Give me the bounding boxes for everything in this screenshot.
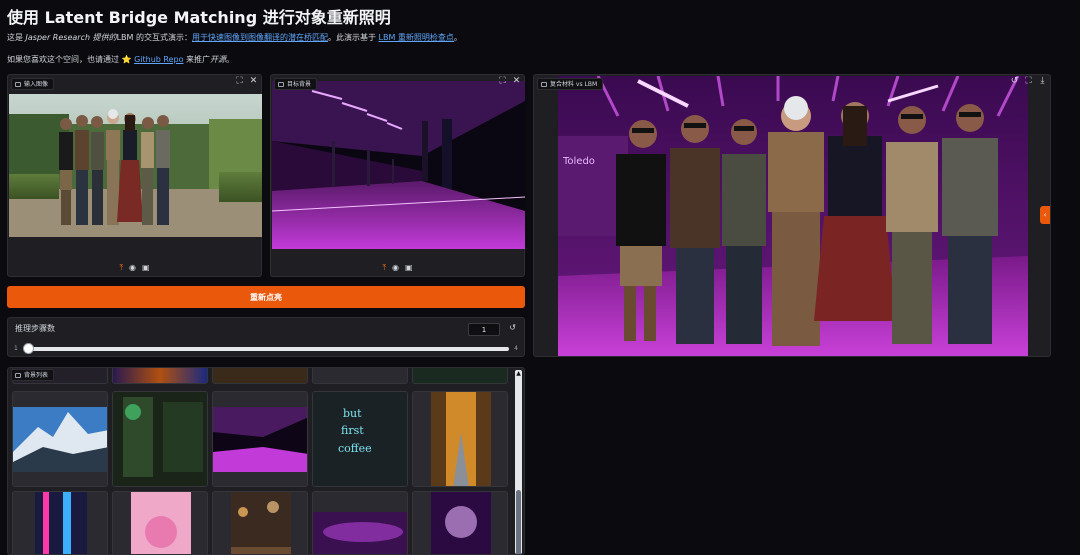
gallery-item[interactable] (412, 391, 508, 487)
promo-line: 如果您喜欢这个空间，也请通过 ⭐ Github Repo 来推广开源。 (7, 55, 235, 64)
fullscreen-icon[interactable]: ⛶ (235, 76, 244, 87)
fullscreen-icon[interactable]: ⛶ (498, 76, 507, 87)
download-icon[interactable]: ⤓ (1038, 76, 1047, 87)
close-icon[interactable]: ✕ (249, 76, 258, 87)
image-icon (541, 81, 547, 87)
gallery-item[interactable] (412, 491, 508, 554)
station-sign-text: Toledo (562, 156, 595, 167)
background-gallery: 背景列表 but first coffee ▲ (7, 367, 525, 555)
undo-icon[interactable]: ↺ (1010, 76, 1019, 87)
gallery-item[interactable] (12, 491, 108, 554)
gallery-item[interactable] (212, 391, 308, 487)
gallery-item[interactable] (112, 491, 208, 554)
gallery-item[interactable] (412, 368, 508, 384)
scrollbar-thumb[interactable] (516, 490, 521, 554)
input-image (9, 94, 262, 237)
checkpoint-link[interactable]: LBM 重新照明检查点 (379, 33, 454, 42)
gallery-item[interactable] (212, 491, 308, 554)
gallery-item[interactable] (112, 391, 208, 487)
webcam-icon[interactable]: ◉ (392, 263, 399, 273)
relight-button[interactable]: 重新点亮 (7, 286, 525, 308)
target-background-label: 目标背景 (274, 78, 318, 90)
gallery-item[interactable] (212, 368, 308, 384)
page-title: 使用 Latent Bridge Matching 进行对象重新照明 (7, 8, 391, 27)
input-image-toolbar: ⤒ ◉ ▣ (8, 263, 261, 273)
github-link[interactable]: Github Repo (134, 55, 183, 64)
input-image-label: 输入图像 (11, 78, 55, 90)
image-icon (15, 81, 21, 87)
clipboard-icon[interactable]: ▣ (405, 263, 413, 273)
close-icon[interactable]: ✕ (512, 76, 521, 87)
svg-text:first: first (341, 424, 364, 437)
sidebar-toggle-icon[interactable]: ‹ (1040, 206, 1050, 224)
clipboard-icon[interactable]: ▣ (142, 263, 150, 273)
output-comparison-panel[interactable]: 复合材料 vs LBM ↺ ⛶ ⤓ Toledo (533, 74, 1051, 357)
inference-steps-input[interactable]: 1 (468, 323, 500, 336)
image-icon (278, 81, 284, 87)
reset-icon[interactable]: ↺ (509, 323, 516, 332)
svg-text:coffee: coffee (338, 442, 372, 455)
star-icon: ⭐ (121, 55, 132, 64)
inference-steps-label: 推理步骤数 (15, 324, 55, 333)
gallery-item[interactable] (312, 368, 408, 384)
gallery-label: 背景列表 (11, 369, 55, 381)
gallery-item[interactable] (12, 391, 108, 487)
webcam-icon[interactable]: ◉ (129, 263, 136, 273)
gallery-item[interactable]: but first coffee (312, 391, 408, 487)
slider-min-label: 1 (14, 345, 18, 352)
inference-steps-control: 推理步骤数 1 ↺ 1 4 (7, 317, 525, 357)
gallery-item[interactable] (112, 368, 208, 384)
slider-max-label: 4 (514, 345, 518, 352)
target-background-toolbar: ⤒ ◉ ▣ (271, 263, 524, 273)
target-background-image (272, 81, 525, 249)
upload-icon[interactable]: ⤒ (382, 263, 386, 273)
image-icon (15, 372, 21, 378)
fullscreen-icon[interactable]: ⛶ (1024, 76, 1033, 87)
slider-track[interactable] (26, 347, 509, 351)
target-background-panel[interactable]: 目标背景 ⛶ ✕ ⤒ ◉ ▣ (270, 74, 525, 277)
output-image[interactable]: Toledo (558, 76, 1028, 356)
output-comparison-label: 复合材料 vs LBM (537, 78, 604, 90)
gallery-item[interactable] (312, 491, 408, 554)
description-line: 这是 Jasper Research 提供的LBM 的交互式演示：用于快速图像到… (7, 33, 462, 42)
gallery-scrollbar[interactable]: ▲ (515, 370, 522, 554)
input-image-panel[interactable]: 输入图像 ⛶ ✕ ⤒ ◉ ▣ (7, 74, 262, 277)
slider-knob[interactable] (23, 343, 34, 354)
svg-text:but: but (343, 407, 362, 420)
scroll-up-icon[interactable]: ▲ (515, 370, 522, 378)
paper-link[interactable]: 用于快速图像到图像翻译的潜在桥匹配 (192, 33, 328, 42)
upload-icon[interactable]: ⤒ (119, 263, 123, 273)
